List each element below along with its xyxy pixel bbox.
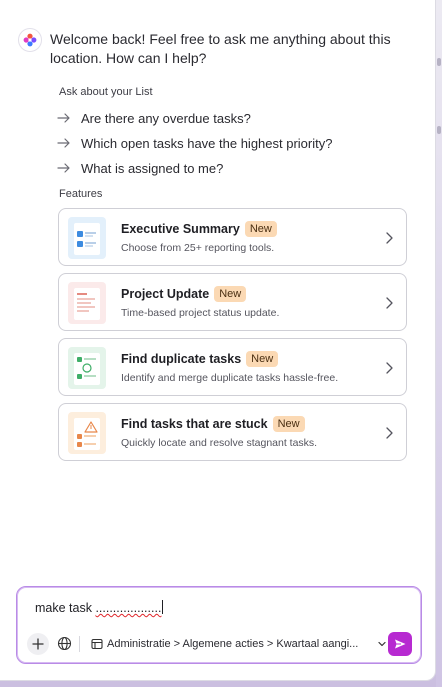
add-attachment-button[interactable]	[27, 633, 49, 655]
chevron-right-icon	[386, 297, 393, 309]
edge-marker	[437, 58, 441, 66]
toolbar-divider	[79, 636, 80, 652]
location-selector[interactable]: Administratie > Algemene acties > Kwarta…	[91, 636, 387, 652]
card-title: Project Update	[121, 287, 210, 301]
suggestion-label: What is assigned to me?	[81, 160, 224, 176]
assistant-avatar-icon	[18, 28, 42, 52]
message-composer[interactable]: make task ................... Administra…	[16, 586, 422, 664]
ai-assistant-panel: Welcome back! Feel free to ask me anythi…	[0, 0, 436, 681]
chevron-down-icon	[378, 641, 386, 647]
new-badge: New	[272, 416, 305, 432]
message-input[interactable]: make task ...................	[35, 600, 164, 615]
card-description: Time-based project status update.	[121, 307, 280, 319]
card-description: Choose from 25+ reporting tools.	[121, 242, 275, 254]
globe-icon[interactable]	[57, 636, 72, 651]
chevron-right-icon	[386, 362, 393, 374]
suggestion-label: Are there any overdue tasks?	[81, 110, 251, 126]
send-icon	[395, 639, 406, 649]
new-badge: New	[214, 286, 247, 302]
features-section-label: Features	[59, 188, 103, 200]
plus-icon	[32, 638, 44, 650]
feature-card-project-update[interactable]: Project Update New Time-based project sta…	[58, 273, 407, 331]
chevron-right-icon	[386, 427, 393, 439]
chevron-right-icon	[386, 232, 393, 244]
welcome-message: Welcome back! Feel free to ask me anythi…	[50, 31, 391, 66]
input-text: make task	[35, 601, 96, 615]
suggestion-assigned-to-me[interactable]: What is assigned to me?	[57, 157, 387, 179]
misspelled-text: ...................	[95, 601, 162, 615]
card-title: Find tasks that are stuck	[121, 417, 268, 431]
suggestion-highest-priority[interactable]: Which open tasks have the highest priori…	[57, 132, 387, 154]
ask-section-label: Ask about your List	[59, 86, 153, 98]
suggestion-label: Which open tasks have the highest priori…	[81, 135, 333, 151]
card-description: Identify and merge duplicate tasks hassl…	[121, 372, 339, 384]
send-button[interactable]	[388, 632, 412, 656]
duplicate-thumbnail-icon	[68, 347, 106, 389]
report-thumbnail-icon	[68, 217, 106, 259]
list-icon	[91, 638, 103, 650]
card-description: Quickly locate and resolve stagnant task…	[121, 437, 318, 449]
card-title: Find duplicate tasks	[121, 352, 242, 366]
arrow-right-icon	[57, 138, 70, 148]
new-badge: New	[246, 351, 279, 367]
arrow-right-icon	[57, 163, 70, 173]
feature-card-executive-summary[interactable]: Executive Summary New Choose from 25+ rep…	[58, 208, 407, 266]
feature-card-find-duplicate-tasks[interactable]: Find duplicate tasks New Identify and mer…	[58, 338, 407, 396]
text-caret	[162, 600, 164, 614]
document-thumbnail-icon	[68, 282, 106, 324]
new-badge: New	[244, 221, 277, 237]
warning-thumbnail-icon	[68, 412, 106, 454]
window-edge	[436, 0, 442, 687]
arrow-right-icon	[57, 113, 70, 123]
location-path: Administratie > Algemene acties > Kwarta…	[107, 638, 359, 650]
feature-card-find-stuck-tasks[interactable]: Find tasks that are stuck New Quickly loc…	[58, 403, 407, 461]
suggestion-overdue-tasks[interactable]: Are there any overdue tasks?	[57, 107, 387, 129]
card-title: Executive Summary	[121, 222, 240, 236]
edge-marker	[437, 126, 441, 134]
